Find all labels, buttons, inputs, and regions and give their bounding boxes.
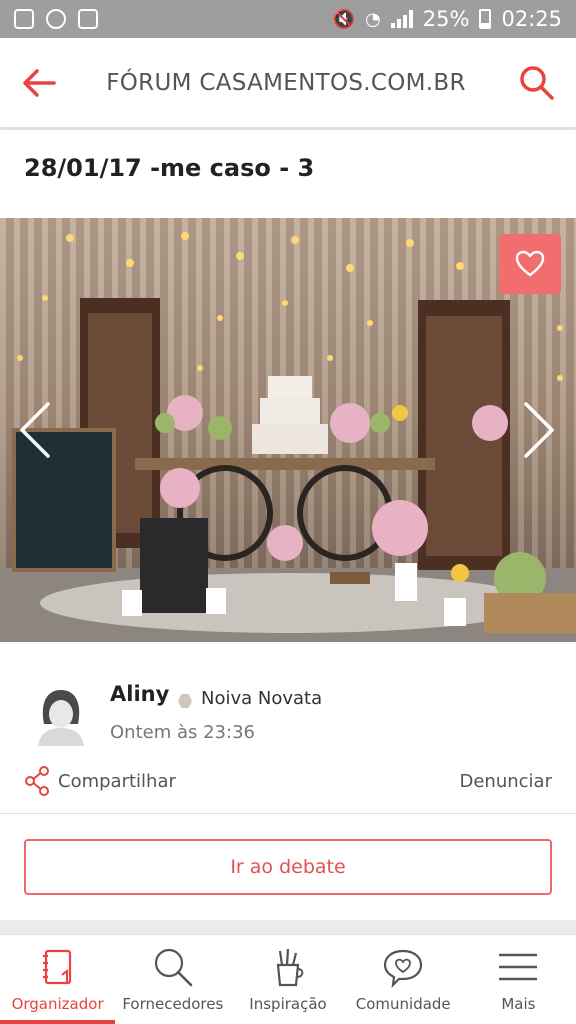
nav-label: Mais bbox=[501, 995, 536, 1013]
next-photo-button[interactable] bbox=[520, 400, 560, 460]
chevron-left-icon bbox=[20, 402, 50, 458]
back-button[interactable] bbox=[0, 38, 78, 128]
nav-fornecedores[interactable]: Fornecedores bbox=[115, 935, 230, 1024]
share-button[interactable]: Compartilhar bbox=[24, 766, 176, 796]
wifi-icon: ◔ bbox=[365, 8, 381, 30]
bottom-nav: Organizador Fornecedores Inspiração Comu… bbox=[0, 934, 576, 1024]
signal-icon bbox=[390, 10, 413, 28]
status-bar: 🔇 ◔ 25% 02:25 bbox=[0, 0, 576, 38]
arrow-left-icon bbox=[23, 68, 56, 97]
app-title: FÓRUM CASAMENTOS.COM.BR bbox=[106, 69, 466, 96]
heart-icon bbox=[515, 250, 545, 277]
nav-mais[interactable]: Mais bbox=[461, 935, 576, 1024]
chat-heart-icon bbox=[384, 949, 423, 989]
previous-photo-button[interactable] bbox=[14, 400, 54, 460]
nav-comunidade[interactable]: Comunidade bbox=[346, 935, 461, 1024]
pencil-cup-icon bbox=[276, 948, 304, 987]
favorite-button[interactable] bbox=[499, 234, 561, 294]
author-block: Aliny Noiva Novata Ontem às 23:36 bbox=[0, 660, 576, 750]
post-photo[interactable] bbox=[0, 218, 576, 642]
share-label: Compartilhar bbox=[58, 770, 176, 792]
voicemail-icon bbox=[78, 9, 98, 29]
notebook-icon bbox=[42, 949, 71, 985]
author-name[interactable]: Aliny bbox=[110, 682, 169, 706]
nav-organizador[interactable]: Organizador bbox=[0, 935, 116, 1024]
go-to-debate-button[interactable]: Ir ao debate bbox=[24, 839, 552, 895]
menu-icon bbox=[499, 953, 538, 981]
magnifier-icon bbox=[154, 948, 193, 987]
clock: 02:25 bbox=[501, 7, 562, 31]
avatar[interactable] bbox=[30, 684, 92, 746]
app-bar: FÓRUM CASAMENTOS.COM.BR bbox=[0, 38, 576, 128]
author-role: Noiva Novata bbox=[201, 688, 323, 709]
chevron-right-icon bbox=[524, 402, 554, 458]
nav-label: Fornecedores bbox=[122, 995, 224, 1013]
whatsapp-icon bbox=[46, 9, 66, 29]
image-notification-icon bbox=[14, 9, 34, 29]
post-time: Ontem às 23:36 bbox=[110, 722, 255, 743]
wedding-scene-illustration bbox=[0, 232, 576, 642]
rank-badge-icon bbox=[178, 694, 192, 708]
post-card: 28/01/17 -me caso - 3 Aliny Noiva Novata… bbox=[0, 130, 576, 920]
search-icon bbox=[520, 65, 554, 100]
nav-label: Inspiração bbox=[249, 995, 327, 1013]
search-button[interactable] bbox=[498, 38, 576, 128]
battery-percent: 25% bbox=[422, 7, 470, 31]
post-actions: Compartilhar Denunciar bbox=[0, 758, 576, 814]
nav-label: Comunidade bbox=[355, 995, 451, 1013]
report-button[interactable]: Denunciar bbox=[460, 771, 553, 792]
mute-icon: 🔇 bbox=[332, 8, 356, 30]
battery-icon bbox=[479, 9, 492, 29]
nav-label: Organizador bbox=[11, 995, 104, 1013]
nav-inspiracao[interactable]: Inspiração bbox=[230, 935, 345, 1024]
share-icon bbox=[25, 766, 49, 796]
post-title: 28/01/17 -me caso - 3 bbox=[24, 154, 315, 182]
